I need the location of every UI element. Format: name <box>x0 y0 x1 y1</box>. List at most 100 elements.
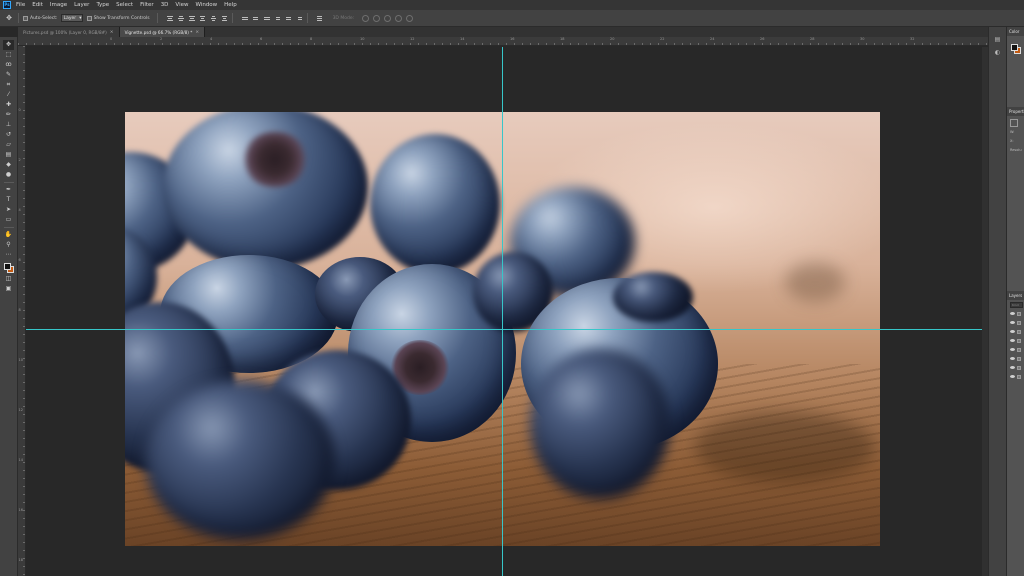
menu-edit[interactable]: Edit <box>32 2 43 8</box>
close-icon[interactable]: × <box>110 30 114 35</box>
layer-row[interactable] <box>1007 345 1024 354</box>
eye-icon[interactable] <box>1010 330 1015 333</box>
tools-panel: ✥ ⬚ ꝏ ✎ ⌗ ⁄ ✚ ✏ ⊥ ↺ ▱ ▤ ◆ ● ✒ T ➤ ▭ ✋ ⚲ … <box>0 37 18 576</box>
lasso-icon[interactable]: ꝏ <box>3 60 14 70</box>
auto-select-label: Auto-Select: <box>30 15 58 21</box>
move-tool-preset-icon[interactable]: ✥ <box>4 13 14 23</box>
zoom-icon[interactable]: ⚲ <box>3 240 14 250</box>
eye-icon[interactable] <box>1010 357 1015 360</box>
ruler-number: 14 <box>18 458 23 462</box>
ruler-number: 12 <box>410 37 415 41</box>
menu-file[interactable]: File <box>16 2 25 8</box>
align-left-icon[interactable] <box>200 15 206 22</box>
distribute-left-icon[interactable] <box>275 15 281 22</box>
align-top-icon[interactable] <box>166 15 173 22</box>
more-icon[interactable]: ⋯ <box>3 250 14 260</box>
eraser-icon[interactable]: ▱ <box>3 140 14 150</box>
quick-select-icon[interactable]: ✎ <box>3 70 14 80</box>
layer-row[interactable] <box>1007 336 1024 345</box>
adjust-icon[interactable]: ◐ <box>993 48 1002 56</box>
3d-drag-icon[interactable] <box>384 14 392 22</box>
horizontal-ruler[interactable]: 0 2 4 6 8 10 12 14 16 18 20 22 24 26 28 … <box>18 37 988 46</box>
menu-select[interactable]: Select <box>116 2 133 8</box>
vertical-guide[interactable] <box>502 47 503 576</box>
align-bottom-icon[interactable] <box>188 15 195 22</box>
auto-select-checkbox[interactable] <box>23 15 28 21</box>
gradient-icon[interactable]: ▤ <box>3 150 14 160</box>
distribute-right-icon[interactable] <box>297 15 303 22</box>
horizontal-guide[interactable] <box>26 329 982 330</box>
history-brush-icon[interactable]: ↺ <box>3 130 14 140</box>
eye-icon[interactable] <box>1010 375 1015 378</box>
menu-filter[interactable]: Filter <box>140 2 154 8</box>
menu-window[interactable]: Window <box>195 2 217 8</box>
pen-icon[interactable]: ✒ <box>3 185 14 195</box>
quick-mask-icon[interactable]: ◫ <box>3 274 14 284</box>
crop-icon[interactable]: ⌗ <box>3 80 14 90</box>
menu-3d[interactable]: 3D <box>161 2 169 8</box>
foreground-color-swatch[interactable] <box>3 263 11 270</box>
rectangle-icon[interactable]: ▭ <box>3 215 14 225</box>
ruler-number: 18 <box>560 37 565 41</box>
move-icon[interactable]: ✥ <box>3 40 14 50</box>
vertical-ruler[interactable]: 0 2 4 6 8 10 12 14 16 18 <box>18 46 26 576</box>
marquee-icon[interactable]: ⬚ <box>3 50 14 60</box>
layer-row[interactable] <box>1007 354 1024 363</box>
eye-icon[interactable] <box>1010 348 1015 351</box>
distribute-vcenter-icon[interactable] <box>253 15 259 22</box>
tab-pictures-psd[interactable]: Pictures.psd @ 100% (Layer 0, RGB/8#) × <box>18 27 120 37</box>
properties-panel-tab[interactable]: Properties <box>1007 107 1024 116</box>
menu-view[interactable]: View <box>175 2 188 8</box>
align-hcenter-icon[interactable] <box>211 15 217 22</box>
brush-icon[interactable]: ✏ <box>3 110 14 120</box>
eye-icon[interactable] <box>1010 312 1015 315</box>
clone-stamp-icon[interactable]: ⊥ <box>3 120 14 130</box>
layer-row[interactable] <box>1007 363 1024 372</box>
ruler-number: 8 <box>310 37 313 41</box>
color-panel-tab[interactable]: Color <box>1007 27 1024 36</box>
layers-panel-tab[interactable]: Layers <box>1007 291 1024 300</box>
eye-icon[interactable] <box>1010 321 1015 324</box>
type-icon[interactable]: T <box>3 195 14 205</box>
align-vcenter-icon[interactable] <box>177 15 184 22</box>
foreground-color-swatch[interactable] <box>1011 44 1018 51</box>
menu-bar: Ps File Edit Image Layer Type Select Fil… <box>0 0 1024 10</box>
distribute-bottom-icon[interactable] <box>263 15 270 22</box>
layers-filter-input[interactable]: Kind <box>1010 301 1023 308</box>
layer-row[interactable] <box>1007 327 1024 336</box>
close-icon[interactable]: × <box>195 30 199 35</box>
photoshop-logo: Ps <box>3 1 11 9</box>
eye-icon[interactable] <box>1010 339 1015 342</box>
3d-slide-icon[interactable] <box>395 14 403 22</box>
ruler-number: 22 <box>660 37 665 41</box>
distribute-top-icon[interactable] <box>241 15 248 22</box>
3d-rotate-icon[interactable] <box>362 14 370 22</box>
distribute-hcenter-icon[interactable] <box>286 15 292 22</box>
eye-icon[interactable] <box>1010 366 1015 369</box>
history-icon[interactable]: ▤ <box>993 35 1002 43</box>
layer-row[interactable] <box>1007 372 1024 381</box>
align-right-icon[interactable] <box>222 15 228 22</box>
layer-row[interactable] <box>1007 309 1024 318</box>
tab-vignette-psd[interactable]: Vignette.psd @ 66.7% (RGB/8) * × <box>119 27 206 37</box>
blur-icon[interactable]: ◆ <box>3 160 14 170</box>
3d-roll-icon[interactable] <box>373 14 381 22</box>
dodge-icon[interactable]: ● <box>3 170 14 180</box>
eyedropper-icon[interactable]: ⁄ <box>3 90 14 100</box>
menu-help[interactable]: Help <box>224 2 237 8</box>
screen-mode-icon[interactable]: ▣ <box>3 284 14 294</box>
document-canvas[interactable] <box>26 47 982 576</box>
menu-type[interactable]: Type <box>96 2 109 8</box>
hand-icon[interactable]: ✋ <box>3 230 14 240</box>
layer-row[interactable] <box>1007 318 1024 327</box>
ruler-number: 10 <box>18 358 23 362</box>
healing-icon[interactable]: ✚ <box>3 100 14 110</box>
show-transform-checkbox[interactable] <box>86 15 92 21</box>
document-tab-bar: Pictures.psd @ 100% (Layer 0, RGB/8#) × … <box>18 27 988 37</box>
auto-select-dropdown[interactable]: Layer ▾ <box>60 14 83 22</box>
menu-layer[interactable]: Layer <box>74 2 89 8</box>
auto-align-icon[interactable] <box>317 15 323 22</box>
3d-scale-icon[interactable] <box>406 14 414 22</box>
path-select-icon[interactable]: ➤ <box>3 205 14 215</box>
menu-image[interactable]: Image <box>50 2 67 8</box>
